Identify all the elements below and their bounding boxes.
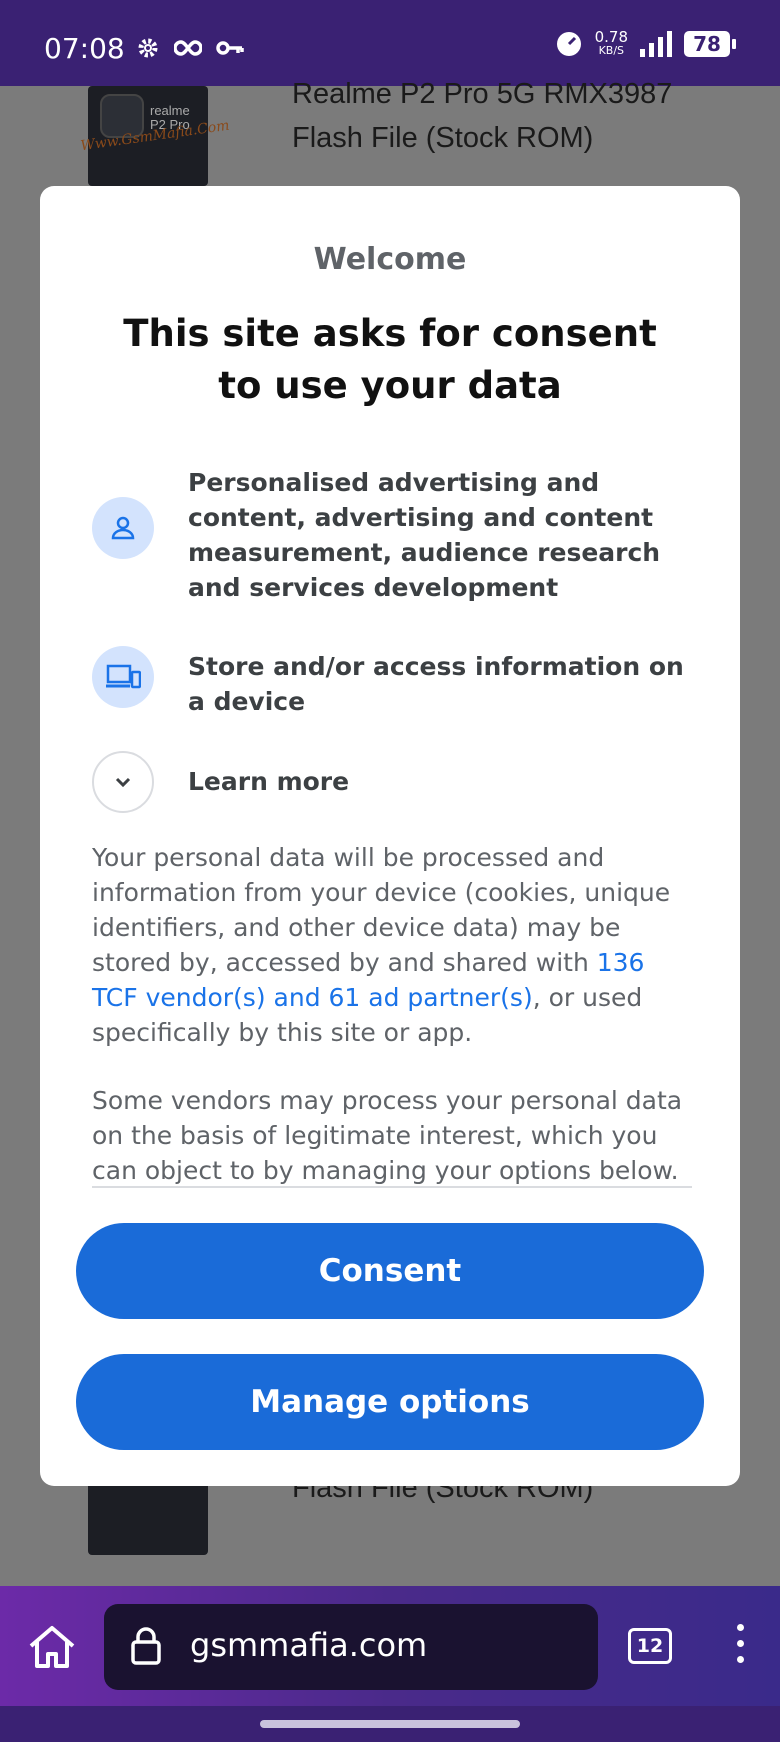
item-title-line1: Realme P2 Pro 5G RMX3987: [292, 78, 673, 110]
product-thumbnail-bottom: [88, 1481, 208, 1555]
learn-more-toggle[interactable]: [92, 751, 154, 813]
more-menu-icon[interactable]: [730, 1624, 750, 1668]
purpose-text-device: Store and/or access information on a dev…: [188, 652, 684, 716]
battery-indicator: 78: [684, 31, 736, 57]
item-title-line2: Flash File (Stock ROM): [292, 122, 594, 154]
status-time: 07:08: [44, 32, 125, 65]
url-text: gsmmafia.com: [190, 1626, 428, 1664]
net-speed-value: 0.78: [594, 28, 628, 46]
net-speed-unit: KB/S: [598, 44, 625, 57]
system-nav-bar: [0, 1706, 780, 1742]
infinity-icon: [174, 40, 202, 56]
dialog-headline: This site asks for consent to use your d…: [123, 312, 657, 407]
data-processing-notice: Your personal data will be processed and…: [92, 840, 692, 1050]
gear-icon: [138, 38, 158, 58]
purpose-text-ads: Personalised advertising and content, ad…: [188, 468, 661, 602]
consent-button[interactable]: Consent: [76, 1223, 704, 1319]
scroll-divider: [92, 1186, 692, 1188]
lock-icon: [131, 1627, 161, 1665]
product-thumbnail-top: realme P2 Pro Www.GsmMafia.Com: [80, 86, 230, 186]
manage-options-button[interactable]: Manage options: [76, 1354, 704, 1450]
home-icon[interactable]: [26, 1624, 78, 1670]
chevron-down-icon[interactable]: [92, 751, 154, 813]
tab-switcher-button[interactable]: 12: [628, 1628, 672, 1664]
consent-dialog: Welcome This site asks for consent to us…: [40, 186, 740, 1486]
signal-icon: [640, 31, 672, 57]
browser-toolbar: gsmmafia.com 12: [0, 1586, 780, 1706]
status-icons-right: 0.78 KB/S 78: [555, 30, 736, 58]
legitimate-interest-notice: Some vendors may process your personal d…: [92, 1086, 683, 1185]
learn-more-label[interactable]: Learn more: [188, 764, 688, 799]
dialog-welcome: Welcome: [313, 242, 467, 277]
gesture-handle[interactable]: [260, 1720, 520, 1728]
purpose-personalised-ads: [92, 497, 154, 559]
item-title-top: Realme P2 Pro 5G RMX3987 Flash File (Sto…: [292, 72, 672, 160]
net-speed: 0.78 KB/S: [595, 30, 628, 58]
address-bar[interactable]: gsmmafia.com: [104, 1604, 598, 1690]
notice-text-part1: Your personal data will be processed and…: [92, 843, 671, 977]
person-icon: [92, 497, 154, 559]
devices-icon: [92, 646, 154, 708]
data-saver-icon: [556, 32, 581, 56]
purpose-device-storage: [92, 646, 154, 708]
status-icons-left: [136, 36, 244, 60]
key-icon: [216, 41, 244, 55]
